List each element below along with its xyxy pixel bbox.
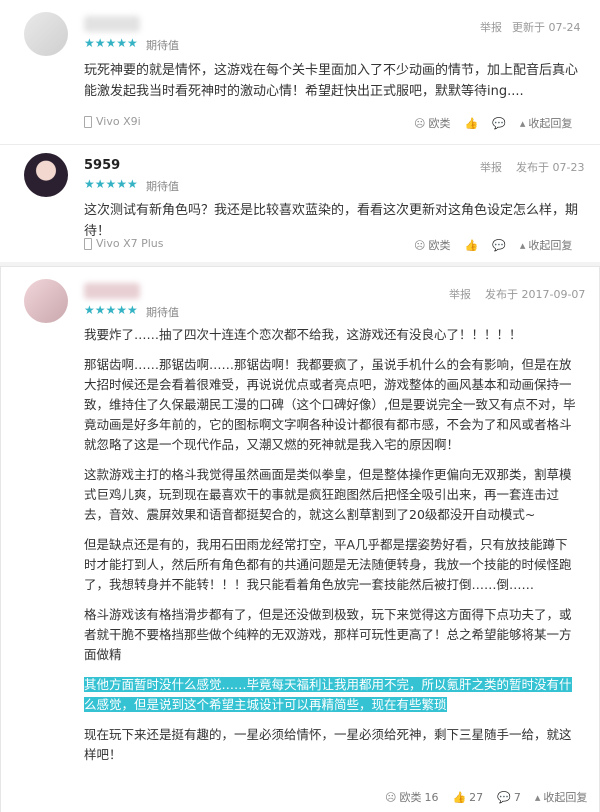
comment-button[interactable]: 💬 7 (497, 791, 521, 804)
rating-label: 期待值 (146, 306, 179, 319)
dislike-icon: ☹ (414, 116, 426, 130)
report-link[interactable]: 举报 (449, 286, 471, 302)
rating-label: 期待值 (146, 180, 179, 193)
review-paragraph: 格斗游戏该有格挡滑步都有了，但是还没做到极致，玩下来觉得这方面得下点功夫了，或者… (84, 607, 572, 662)
review-body: 我要炸了……抽了四次十连连个恋次都不给我，这游戏还有没良心了！！！！！ 那锯齿啊… (84, 325, 580, 775)
avatar[interactable] (24, 279, 68, 323)
like-button[interactable]: 👍 (464, 117, 478, 130)
like-button[interactable]: 👍 27 (452, 791, 483, 804)
review-date: 发布于 07-23 (516, 161, 585, 174)
review-card: ★★★★★ 期待值 举报 发布于 2017-09-07 我要炸了……抽了四次十连… (0, 266, 600, 812)
review-actions: ☹ 欧类 16 👍 27 💬 7 ▴ 收起回复 (371, 789, 587, 805)
device-name: Vivo X9i (96, 115, 141, 128)
dislike-button[interactable]: ☹ 欧类 16 (385, 789, 438, 805)
star-rating: ★★★★★ (84, 36, 138, 50)
device-label: Vivo X9i (84, 115, 141, 128)
device-name: Vivo X7 Plus (96, 237, 164, 250)
like-count: 27 (469, 790, 484, 804)
review-paragraph: 那锯齿啊……那锯齿啊……那锯齿啊！我都要疯了，虽说手机什么的会有影响，但是在放大… (84, 357, 576, 452)
dislike-count: 16 (424, 790, 439, 804)
dislike-icon: ☹ (414, 238, 426, 252)
review-actions: ☹ 欧类 👍 💬 ▴ 收起回复 (400, 237, 572, 253)
device-label: Vivo X7 Plus (84, 237, 164, 250)
dislike-icon: ☹ (385, 790, 397, 804)
phone-icon (84, 237, 92, 250)
review-text: 这次测试有新角色吗？我还是比较喜欢蓝染的，看看这次更新对这角色设定怎么样，期待！ (84, 203, 579, 239)
comment-count: 7 (513, 790, 521, 804)
comment-icon: 💬 (497, 790, 511, 804)
review-card: 5959 ★★★★★ 期待值 举报 发布于 07-23 这次测试有新角色吗？我还… (0, 144, 600, 265)
thumbs-up-icon: 👍 (452, 790, 467, 804)
user-name[interactable]: 5959 (84, 158, 120, 173)
review-paragraph: 我要炸了……抽了四次十连连个恋次都不给我，这游戏还有没良心了！！！！！ (84, 327, 522, 342)
collapse-button[interactable]: ▴ 收起回复 (535, 789, 588, 805)
avatar[interactable] (24, 153, 68, 197)
review-date: 发布于 2017-09-07 (485, 288, 586, 301)
comment-button[interactable]: 💬 (492, 239, 506, 252)
like-button[interactable]: 👍 (464, 239, 478, 252)
chevron-up-icon: ▴ (519, 116, 526, 130)
user-name[interactable] (84, 16, 140, 32)
review-paragraph: 这款游戏主打的格斗我觉得虽然画面是类似拳皇，但是整体操作更偏向无双那类，割草模式… (84, 467, 572, 522)
report-link[interactable]: 举报 (480, 159, 502, 175)
dislike-label: 欧类 (399, 791, 422, 804)
thumbs-up-icon: 👍 (464, 238, 479, 252)
phone-icon (84, 115, 92, 128)
collapse-label: 收起回复 (528, 239, 573, 252)
comment-button[interactable]: 💬 (492, 117, 506, 130)
star-rating: ★★★★★ (84, 177, 138, 191)
review-actions: ☹ 欧类 👍 💬 ▴ 收起回复 (400, 115, 572, 131)
collapse-label: 收起回复 (528, 117, 573, 130)
star-rating: ★★★★★ (84, 303, 138, 317)
thumbs-up-icon: 👍 (464, 116, 479, 130)
collapse-button[interactable]: ▴ 收起回复 (520, 115, 573, 131)
highlighted-text: 其他方面暂时没什么感觉……毕竟每天福利让我用都用不完，所以氪肝之类的暂时没有什么… (84, 677, 572, 712)
comment-icon: 💬 (492, 238, 506, 252)
comment-icon: 💬 (492, 116, 506, 130)
user-name[interactable] (84, 283, 140, 299)
chevron-up-icon: ▴ (519, 238, 526, 252)
collapse-label: 收起回复 (543, 791, 588, 804)
dislike-button[interactable]: ☹ 欧类 (414, 115, 450, 131)
review-card: ★★★★★ 期待值 举报 更新于 07-24 玩死神要的就是情怀，这游戏在每个关… (0, 0, 600, 144)
dislike-label: 欧类 (428, 239, 451, 252)
review-text: 玩死神要的就是情怀，这游戏在每个关卡里面加入了不少动画的情节，加上配音后真心能激… (84, 63, 579, 99)
avatar[interactable] (24, 12, 68, 56)
dislike-label: 欧类 (428, 117, 451, 130)
review-date: 更新于 07-24 (512, 21, 581, 34)
rating-label: 期待值 (146, 39, 179, 52)
dislike-button[interactable]: ☹ 欧类 (414, 237, 450, 253)
review-paragraph: 现在玩下来还是挺有趣的，一星必须给情怀，一星必须给死神，剩下三星随手一给，就这样… (84, 727, 572, 762)
report-link[interactable]: 举报 (480, 19, 502, 35)
collapse-button[interactable]: ▴ 收起回复 (520, 237, 573, 253)
chevron-up-icon: ▴ (534, 790, 541, 804)
review-paragraph: 但是缺点还是有的，我用石田雨龙经常打空，平A几乎都是摆姿势好看，只有放技能蹲下时… (84, 537, 572, 592)
